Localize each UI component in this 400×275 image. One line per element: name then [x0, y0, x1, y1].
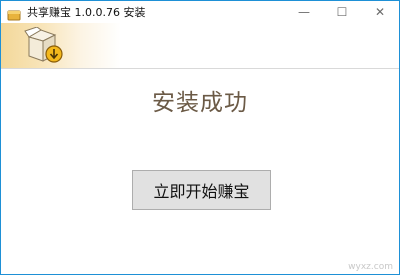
installer-window: 共享赚宝 1.0.0.76 安装 — ☐ ✕ 安装成功 立即开始赚宝 wyxz.… [0, 0, 400, 275]
header-banner [1, 23, 399, 69]
installer-box-icon [21, 26, 69, 65]
minimize-button[interactable]: — [285, 1, 323, 23]
maximize-button[interactable]: ☐ [323, 1, 361, 23]
window-title: 共享赚宝 1.0.0.76 安装 [27, 6, 146, 19]
app-icon [7, 6, 21, 21]
minimize-icon: — [298, 5, 310, 19]
watermark: wyxz.com [348, 262, 393, 272]
title-bar[interactable]: 共享赚宝 1.0.0.76 安装 — ☐ ✕ [1, 1, 399, 23]
close-icon: ✕ [374, 5, 386, 19]
install-success-message: 安装成功 [152, 90, 248, 116]
window-controls: — ☐ ✕ [285, 1, 399, 23]
maximize-icon: ☐ [336, 5, 348, 19]
start-earning-button[interactable]: 立即开始赚宝 [132, 170, 271, 210]
close-button[interactable]: ✕ [361, 1, 399, 23]
